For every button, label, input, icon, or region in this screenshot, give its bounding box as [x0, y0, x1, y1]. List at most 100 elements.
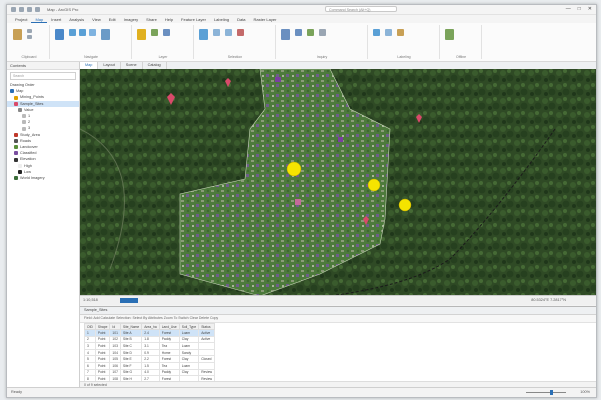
table-row[interactable]: 7 Point 107 Site G 4.0 Paddy Clay Review [84, 368, 216, 377]
table-cell[interactable]: Paddy [158, 335, 180, 344]
table-cell[interactable]: Site A [119, 329, 143, 337]
table-cell[interactable]: Paddy [158, 368, 180, 377]
select-icon[interactable] [199, 29, 208, 40]
table-cell[interactable]: Tea [158, 361, 180, 370]
table-cell[interactable]: Loam [178, 361, 200, 370]
attribute-table-title[interactable]: Sample_Sites [80, 307, 596, 315]
ribbon-tab[interactable]: Feature Layer [177, 15, 210, 23]
table-cell[interactable]: 101 [109, 329, 121, 337]
ribbon-tab[interactable]: View [88, 15, 105, 23]
table-cell[interactable]: Home [158, 348, 180, 357]
infographics-icon[interactable] [307, 29, 314, 36]
table-cell[interactable]: Loam [178, 342, 200, 350]
table-cell[interactable]: Site B [119, 335, 143, 344]
download-map-icon[interactable] [445, 29, 454, 40]
table-cell[interactable]: 103 [109, 342, 121, 350]
table-cell[interactable]: 3 [84, 342, 96, 350]
ribbon-tab[interactable]: Analysis [65, 15, 88, 23]
table-cell[interactable]: 5 [84, 355, 96, 363]
undo-icon[interactable] [27, 7, 32, 12]
table-cell[interactable]: Point [94, 361, 111, 370]
table-cell[interactable]: 1 [84, 329, 96, 337]
explore-icon[interactable] [55, 29, 64, 40]
ribbon-tab[interactable]: Edit [105, 15, 120, 23]
save-icon[interactable] [11, 7, 16, 12]
ribbon-tab[interactable]: Project [11, 15, 31, 23]
table-cell[interactable]: Review [198, 368, 216, 377]
table-cell[interactable]: Point [94, 368, 111, 377]
table-cell[interactable]: Point [94, 342, 111, 350]
table-cell[interactable]: Site F [119, 361, 143, 370]
add-data-icon[interactable] [137, 29, 146, 40]
measure-icon[interactable] [281, 29, 290, 40]
contents-search-input[interactable]: Search [10, 72, 76, 80]
table-row[interactable]: 5 Point 105 Site E 2.2 Forest Clay Closed [84, 355, 216, 363]
table-cell[interactable]: Closed [198, 355, 216, 363]
table-cell[interactable]: Tea [158, 342, 180, 350]
mining-point-marker[interactable] [398, 198, 412, 212]
minimize-button[interactable]: — [566, 7, 571, 12]
command-search-input[interactable]: Command Search (Alt+Q) [325, 6, 397, 12]
tab-catalog[interactable]: Catalog [143, 62, 167, 69]
ribbon-tab[interactable]: Data [233, 15, 249, 23]
close-button[interactable]: ✕ [588, 7, 592, 12]
table-cell[interactable]: 107 [109, 368, 121, 377]
table-cell[interactable]: Active [198, 329, 216, 337]
tab-scene[interactable]: Scene [121, 62, 143, 69]
zoom-full-icon[interactable] [69, 29, 76, 36]
select-by-attributes-icon[interactable] [213, 29, 220, 36]
open-icon[interactable] [19, 7, 24, 12]
table-cell[interactable]: 106 [109, 361, 121, 370]
table-cell[interactable]: 0.9 [141, 348, 160, 357]
table-cell[interactable]: 105 [109, 355, 121, 363]
coordinate-conversion-icon[interactable] [319, 29, 326, 36]
table-cell[interactable]: Site G [119, 368, 143, 377]
tab-map[interactable]: Map [80, 62, 99, 69]
zoom-toggle[interactable] [120, 297, 138, 303]
table-cell[interactable] [198, 348, 216, 357]
table-cell[interactable]: Active [198, 335, 216, 344]
table-cell[interactable]: Point [94, 348, 111, 357]
cut-icon[interactable] [27, 29, 32, 33]
table-cell[interactable]: 2 [84, 335, 96, 344]
table-row[interactable]: 1 Point 101 Site A 2.4 Forest Loam Active [84, 329, 216, 337]
map-scale[interactable]: 1:10,518 [83, 298, 98, 302]
mining-point-marker[interactable] [367, 178, 381, 192]
table-cell[interactable] [198, 361, 216, 370]
table-cell[interactable]: Loam [178, 329, 200, 337]
ribbon-tab[interactable]: Raster Layer [250, 15, 281, 23]
table-cell[interactable]: 102 [109, 335, 121, 344]
bookmarks-icon[interactable] [101, 29, 110, 40]
redo-icon[interactable] [35, 7, 40, 12]
table-cell[interactable]: 4 [84, 348, 96, 357]
ribbon-tab[interactable]: Labeling [210, 15, 233, 23]
copy-icon[interactable] [27, 35, 32, 39]
clear-selection-icon[interactable] [237, 29, 244, 36]
add-preset-icon[interactable] [151, 29, 158, 36]
ribbon-tab[interactable]: Map [31, 15, 48, 23]
table-cell[interactable]: 6 [84, 361, 96, 370]
table-cell[interactable]: 2.2 [141, 355, 160, 363]
select-by-location-icon[interactable] [225, 29, 232, 36]
paste-icon[interactable] [13, 29, 22, 40]
ribbon-tab[interactable]: Imagery [120, 15, 142, 23]
basemap-icon[interactable] [163, 29, 170, 36]
table-cell[interactable]: Site C [119, 342, 143, 350]
table-cell[interactable]: Sandy [178, 348, 200, 357]
table-cell[interactable] [198, 342, 216, 350]
table-cell[interactable]: Forest [158, 355, 180, 363]
table-row[interactable]: 2 Point 102 Site B 1.8 Paddy Clay Active [84, 335, 216, 344]
more-labeling-icon[interactable] [397, 29, 404, 36]
table-cell[interactable]: 3.1 [141, 342, 160, 350]
ribbon-tab[interactable]: Help [161, 15, 177, 23]
table-cell[interactable]: 2.4 [141, 329, 160, 337]
tab-layout[interactable]: Layout [98, 62, 121, 69]
attribute-table-toolbar[interactable]: Field: Add Calculate Selection: Select B… [80, 315, 596, 323]
table-cell[interactable]: 1.8 [141, 335, 160, 344]
table-cell[interactable]: 104 [109, 348, 121, 357]
table-row[interactable]: 6 Point 106 Site F 1.5 Tea Loam [84, 361, 216, 370]
table-cell[interactable]: 1.5 [141, 361, 160, 370]
map-canvas[interactable] [80, 69, 596, 296]
table-cell[interactable]: Point [94, 355, 111, 363]
view-unplaced-icon[interactable] [385, 29, 392, 36]
